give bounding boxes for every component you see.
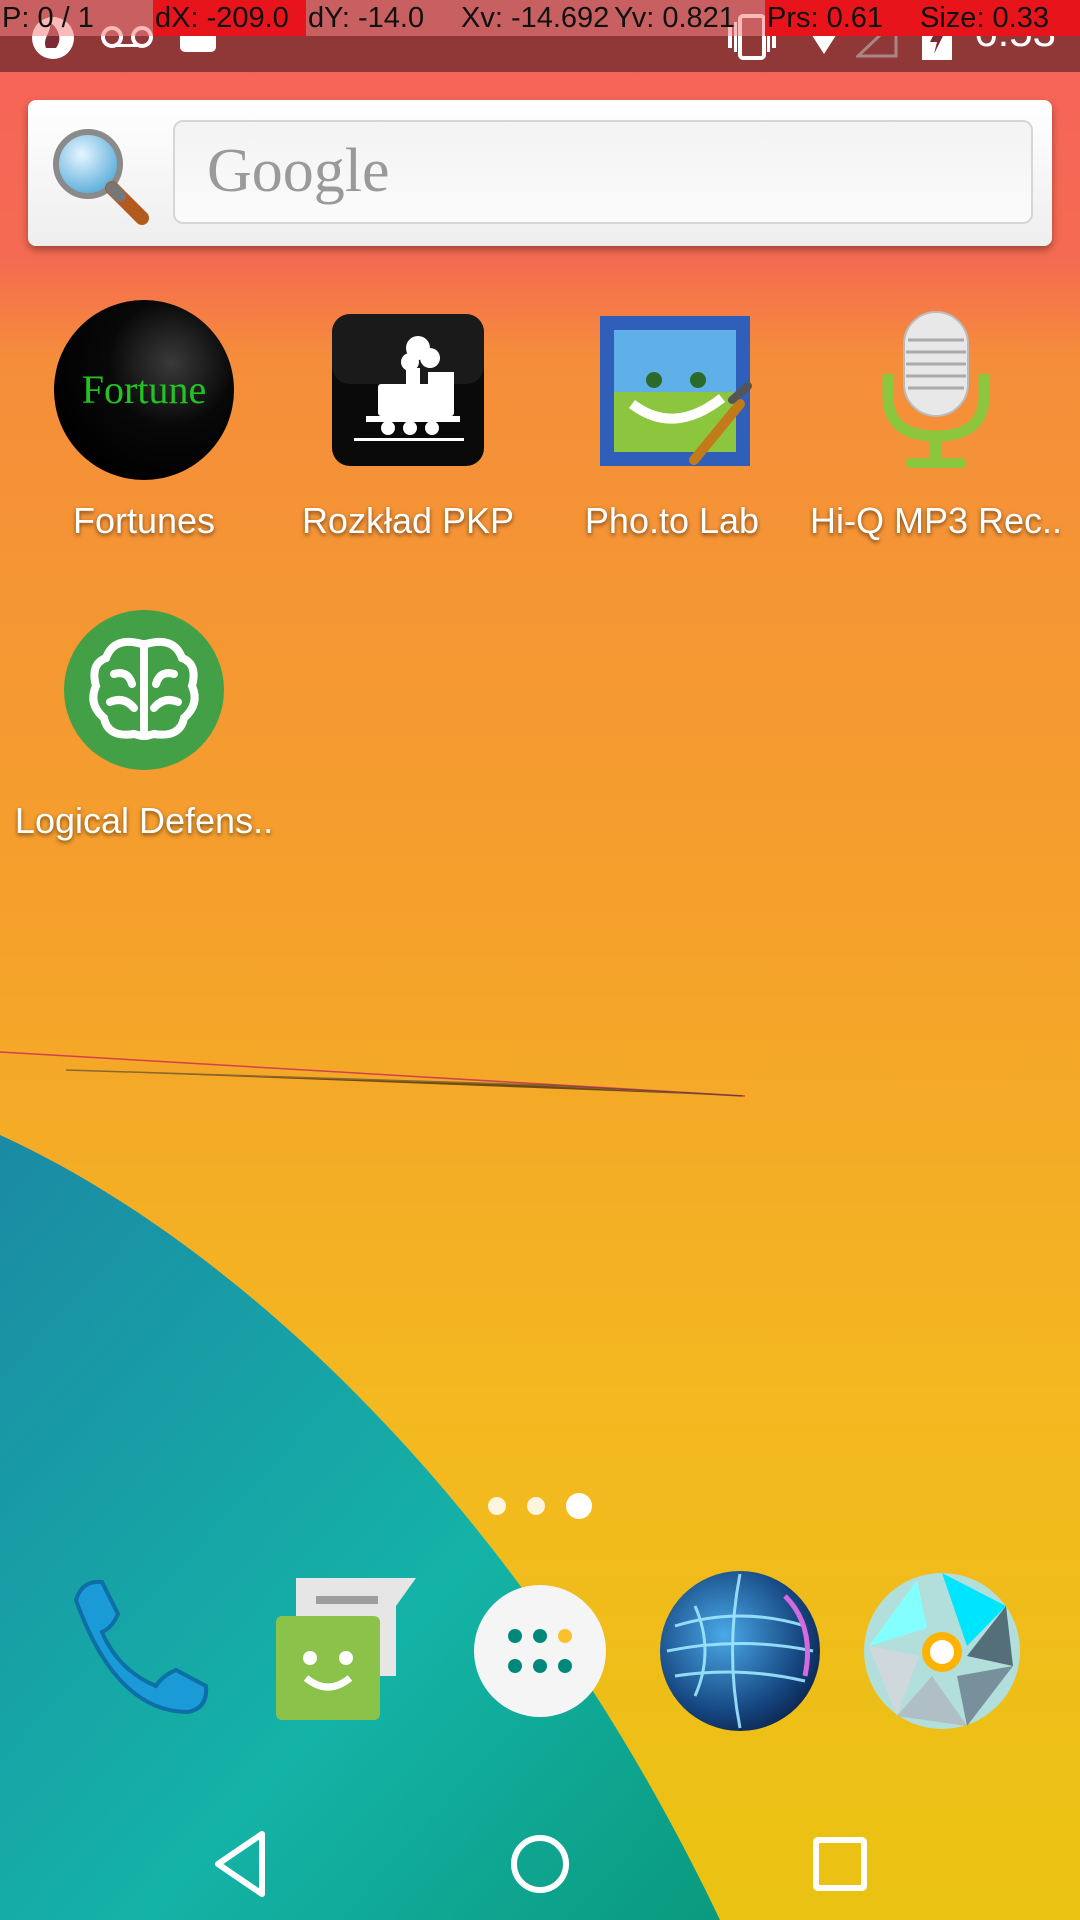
app-fortunes[interactable]: Fortune Fortunes bbox=[9, 300, 279, 542]
app-rozklad-pkp[interactable]: Rozkład PKP bbox=[273, 300, 543, 542]
app-label: Rozkład PKP bbox=[301, 500, 515, 541]
app-label: Hi-Q MP3 Rec.. bbox=[809, 500, 1063, 541]
page-dot-current bbox=[566, 1493, 593, 1519]
debug-pressure: Prs: 0.61 bbox=[765, 0, 918, 36]
app-drawer-icon[interactable] bbox=[455, 1566, 625, 1736]
debug-velocity-y: Yv: 0.821 bbox=[612, 0, 765, 36]
phone-icon[interactable] bbox=[52, 1566, 222, 1736]
debug-velocity-x: Xv: -14.692 bbox=[459, 0, 612, 36]
gesture-trace-2 bbox=[65, 1069, 743, 1097]
back-icon[interactable] bbox=[200, 1824, 280, 1904]
search-placeholder: Google bbox=[207, 137, 390, 205]
app-photo-lab[interactable]: Pho.to Lab bbox=[537, 300, 807, 542]
app-label: Pho.to Lab bbox=[584, 500, 760, 541]
brain-icon bbox=[54, 600, 234, 780]
messaging-icon[interactable] bbox=[256, 1566, 426, 1736]
app-logical-defense[interactable]: Logical Defens.. bbox=[9, 600, 279, 842]
debug-pointer-count: P: 0 / 1 bbox=[0, 0, 153, 36]
gesture-trace bbox=[0, 1051, 746, 1097]
search-icon[interactable] bbox=[46, 122, 154, 234]
camera-icon[interactable] bbox=[857, 1566, 1027, 1736]
browser-globe-icon[interactable] bbox=[655, 1566, 825, 1736]
page-indicator[interactable] bbox=[0, 1493, 1080, 1519]
debug-size: Size: 0.33 bbox=[918, 0, 1080, 36]
app-hiq-mp3-rec[interactable]: Hi-Q MP3 Rec.. bbox=[801, 300, 1071, 542]
home-icon[interactable] bbox=[500, 1824, 580, 1904]
fortune-icon: Fortune bbox=[54, 300, 234, 480]
google-search-widget[interactable]: Google bbox=[28, 100, 1052, 246]
navigation-bar bbox=[0, 1800, 1080, 1920]
page-dot bbox=[527, 1497, 545, 1515]
debug-delta-x: dX: -209.0 bbox=[153, 0, 306, 36]
svg-text:Fortune: Fortune bbox=[82, 367, 206, 412]
microphone-icon bbox=[846, 300, 1026, 480]
recents-icon[interactable] bbox=[800, 1824, 880, 1904]
app-label: Logical Defens.. bbox=[14, 800, 274, 841]
photo-lab-icon bbox=[582, 300, 762, 480]
search-input[interactable]: Google bbox=[173, 120, 1033, 224]
train-icon bbox=[318, 300, 498, 480]
pointer-location-overlay: P: 0 / 1 dX: -209.0 dY: -14.0 Xv: -14.69… bbox=[0, 0, 1080, 36]
debug-delta-y: dY: -14.0 bbox=[306, 0, 459, 36]
page-dot bbox=[487, 1497, 506, 1515]
app-label: Fortunes bbox=[72, 500, 216, 541]
